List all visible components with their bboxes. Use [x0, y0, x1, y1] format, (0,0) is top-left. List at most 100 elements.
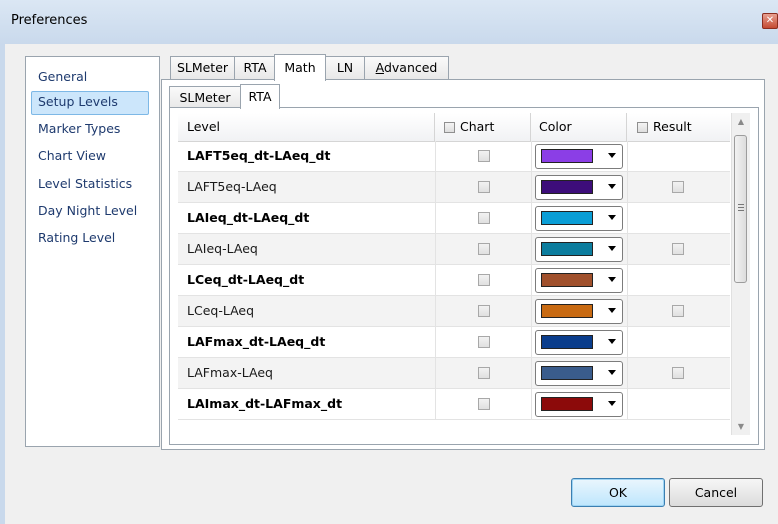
color-dropdown[interactable]	[535, 175, 623, 200]
sidebar-item-marker-types[interactable]: Marker Types	[38, 118, 120, 140]
column-divider	[627, 172, 628, 203]
window-title: Preferences	[11, 13, 88, 28]
sidebar-item-day-night-level[interactable]: Day Night Level	[38, 200, 137, 222]
color-dropdown[interactable]	[535, 144, 623, 169]
color-dropdown[interactable]	[535, 361, 623, 386]
chart-checkbox[interactable]	[478, 305, 490, 317]
cancel-button[interactable]: Cancel	[669, 478, 763, 507]
column-divider	[531, 172, 532, 203]
color-swatch	[541, 366, 593, 380]
chart-checkbox[interactable]	[478, 367, 490, 379]
scroll-down-arrow-icon[interactable]: ▼	[732, 418, 750, 435]
table-row: LAFmax_dt-LAeq_dt	[178, 327, 730, 358]
column-divider	[435, 389, 436, 420]
level-name: LAIeq_dt-LAeq_dt	[187, 210, 310, 225]
chart-checkbox[interactable]	[478, 274, 490, 286]
chevron-down-icon	[608, 184, 616, 189]
color-dropdown[interactable]	[535, 392, 623, 417]
result-checkbox[interactable]	[672, 243, 684, 255]
column-divider	[531, 141, 532, 172]
column-divider	[531, 327, 532, 358]
column-divider	[531, 296, 532, 327]
color-swatch	[541, 273, 593, 287]
scroll-up-arrow-icon[interactable]: ▲	[732, 113, 750, 130]
color-swatch	[541, 304, 593, 318]
tab-advanced-access-key: A	[375, 60, 384, 75]
grid-header: Level Chart Color Result	[178, 113, 730, 142]
table-row: LAFT5eq_dt-LAeq_dt	[178, 141, 730, 172]
column-divider	[531, 234, 532, 265]
level-name: LCeq_dt-LAeq_dt	[187, 272, 305, 287]
grip-line	[738, 207, 744, 208]
column-divider	[435, 265, 436, 296]
sidebar-item-chart-view[interactable]: Chart View	[38, 145, 106, 167]
table-row: LCeq-LAeq	[178, 296, 730, 327]
level-name: LAFT5eq-LAeq	[187, 179, 277, 194]
level-name: LAFmax_dt-LAeq_dt	[187, 334, 326, 349]
close-icon: ✕	[765, 15, 775, 26]
tab-advanced[interactable]: Advanced	[364, 56, 449, 79]
column-divider	[531, 358, 532, 389]
color-swatch	[541, 180, 593, 194]
tab-advanced-label: dvanced	[383, 60, 438, 75]
table-row: LAIeq_dt-LAeq_dt	[178, 203, 730, 234]
chart-checkbox[interactable]	[478, 243, 490, 255]
scrollbar-thumb[interactable]	[734, 135, 747, 283]
result-select-all-checkbox[interactable]	[637, 122, 648, 133]
chart-checkbox[interactable]	[478, 336, 490, 348]
chart-checkbox[interactable]	[478, 212, 490, 224]
color-dropdown[interactable]	[535, 330, 623, 355]
color-dropdown[interactable]	[535, 237, 623, 262]
column-header-level[interactable]: Level	[178, 113, 435, 141]
table-row: LAFmax-LAeq	[178, 358, 730, 389]
settings-tab-control: SLMeter RTA Math LN Advanced SLMeter RTA…	[161, 54, 765, 450]
ok-button[interactable]: OK	[571, 478, 665, 507]
preferences-category-list: General Setup Levels Marker Types Chart …	[25, 56, 160, 447]
tab-slmeter[interactable]: SLMeter	[170, 56, 235, 79]
sidebar-item-rating-level[interactable]: Rating Level	[38, 227, 115, 249]
tab-rta[interactable]: RTA	[234, 56, 276, 79]
chevron-down-icon	[608, 308, 616, 313]
chart-checkbox[interactable]	[478, 398, 490, 410]
column-header-chart[interactable]: Chart	[435, 113, 531, 141]
table-row: LCeq_dt-LAeq_dt	[178, 265, 730, 296]
table-row: LAFT5eq-LAeq	[178, 172, 730, 203]
grid-vertical-scrollbar[interactable]: ▲ ▼	[731, 113, 750, 435]
sidebar-item-general[interactable]: General	[38, 66, 87, 88]
color-dropdown[interactable]	[535, 299, 623, 324]
levels-grid: Level Chart Color Result LAFT5eq_dt-LAeq…	[178, 113, 730, 435]
chevron-down-icon	[608, 370, 616, 375]
chevron-down-icon	[608, 153, 616, 158]
subtab-rta[interactable]: RTA	[240, 84, 280, 109]
sidebar-item-setup-levels[interactable]: Setup Levels	[31, 91, 149, 115]
chevron-down-icon	[608, 339, 616, 344]
level-name: LAFmax-LAeq	[187, 365, 273, 380]
subtab-slmeter[interactable]: SLMeter	[169, 86, 241, 108]
table-row: LAImax_dt-LAFmax_dt	[178, 389, 730, 420]
slmeter-subtab-panel: Level Chart Color Result LAFT5eq_dt-LAeq…	[169, 107, 759, 445]
level-name: LAFT5eq_dt-LAeq_dt	[187, 148, 331, 163]
chart-select-all-checkbox[interactable]	[444, 122, 455, 133]
column-header-result[interactable]: Result	[627, 113, 730, 141]
column-divider	[435, 327, 436, 358]
sidebar-item-level-statistics[interactable]: Level Statistics	[38, 173, 132, 195]
column-divider	[435, 141, 436, 172]
level-name: LCeq-LAeq	[187, 303, 255, 318]
chart-checkbox[interactable]	[478, 181, 490, 193]
column-divider	[627, 389, 628, 420]
column-divider	[627, 141, 628, 172]
title-bar: Preferences ✕	[0, 0, 778, 45]
tab-ln[interactable]: LN	[325, 56, 365, 79]
result-checkbox[interactable]	[672, 305, 684, 317]
color-dropdown[interactable]	[535, 268, 623, 293]
column-header-color[interactable]: Color	[531, 113, 627, 141]
tab-math[interactable]: Math	[274, 54, 326, 81]
color-dropdown[interactable]	[535, 206, 623, 231]
result-checkbox[interactable]	[672, 367, 684, 379]
column-divider	[531, 389, 532, 420]
chart-checkbox[interactable]	[478, 150, 490, 162]
close-button[interactable]: ✕	[762, 13, 778, 29]
column-divider	[627, 234, 628, 265]
result-checkbox[interactable]	[672, 181, 684, 193]
level-name: LAImax_dt-LAFmax_dt	[187, 396, 343, 411]
